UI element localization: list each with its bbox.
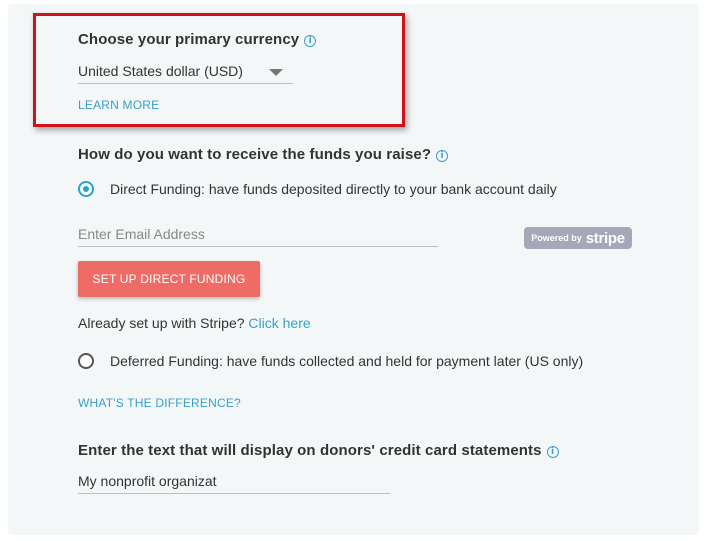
whats-the-difference-link[interactable]: WHAT'S THE DIFFERENCE? xyxy=(78,396,241,410)
statement-input[interactable] xyxy=(78,473,390,489)
email-field[interactable] xyxy=(78,224,438,247)
click-here-link[interactable]: Click here xyxy=(248,315,310,331)
email-input[interactable] xyxy=(78,226,438,242)
statement-heading: Enter the text that will display on dono… xyxy=(78,442,559,459)
direct-funding-label[interactable]: Direct Funding: have funds deposited dir… xyxy=(110,181,557,197)
statement-heading-text: Enter the text that will display on dono… xyxy=(78,442,542,459)
highlight-box xyxy=(33,13,405,127)
info-icon[interactable]: i xyxy=(546,446,559,458)
statement-field[interactable] xyxy=(78,470,390,494)
direct-funding-radio[interactable] xyxy=(78,181,94,197)
funds-heading-text: How do you want to receive the funds you… xyxy=(78,146,432,163)
already-setup-label: Already set up with Stripe? xyxy=(78,315,245,331)
deferred-funding-label[interactable]: Deferred Funding: have funds collected a… xyxy=(110,353,583,369)
info-icon[interactable]: i xyxy=(436,150,449,162)
set-up-direct-funding-button[interactable]: SET UP DIRECT FUNDING xyxy=(78,261,260,297)
funds-heading: How do you want to receive the funds you… xyxy=(78,146,449,163)
already-setup-text: Already set up with Stripe? Click here xyxy=(78,315,311,331)
deferred-funding-radio[interactable] xyxy=(78,353,94,369)
stripe-logo: stripe xyxy=(585,229,625,247)
stripe-badge-small: Powered by xyxy=(531,233,582,243)
powered-by-stripe-badge: Powered by stripe xyxy=(524,227,632,249)
